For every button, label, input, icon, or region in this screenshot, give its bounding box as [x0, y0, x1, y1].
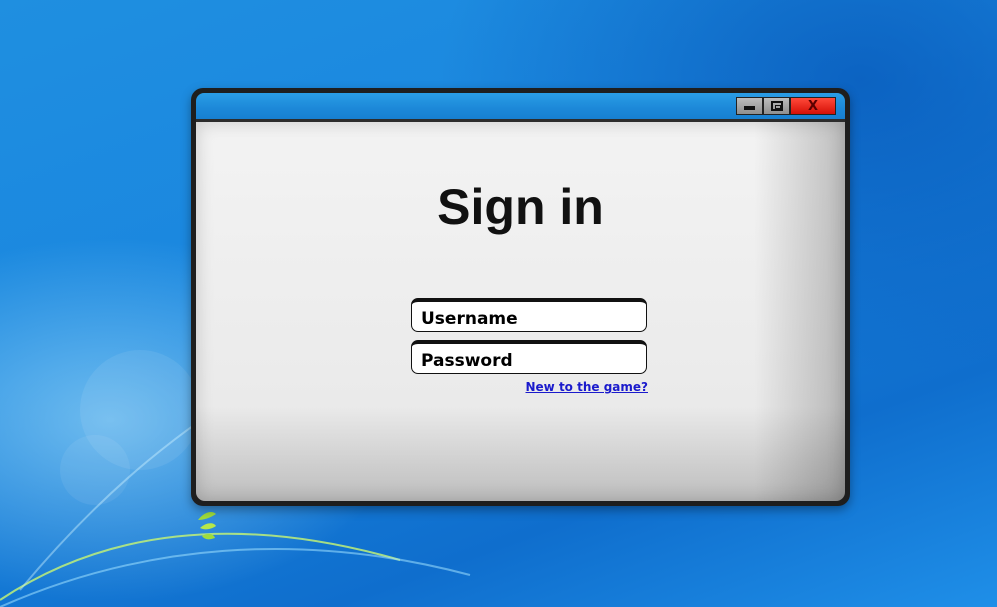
maximize-button[interactable] [763, 97, 790, 115]
username-input[interactable] [411, 298, 647, 332]
minimize-button[interactable] [736, 97, 763, 115]
close-icon: X [807, 98, 819, 114]
signin-window: X Sign in New to the game? [191, 88, 850, 506]
maximize-icon [770, 101, 783, 111]
page-title: Sign in [437, 179, 604, 235]
close-button[interactable]: X [790, 97, 836, 115]
title-bar: X [196, 93, 845, 119]
new-user-link[interactable]: New to the game? [526, 380, 649, 394]
leaf-icon [198, 512, 216, 540]
window-controls: X [736, 97, 836, 115]
signin-panel: Sign in New to the game? [196, 122, 845, 501]
password-input[interactable] [411, 340, 647, 374]
minimize-icon [744, 106, 755, 110]
